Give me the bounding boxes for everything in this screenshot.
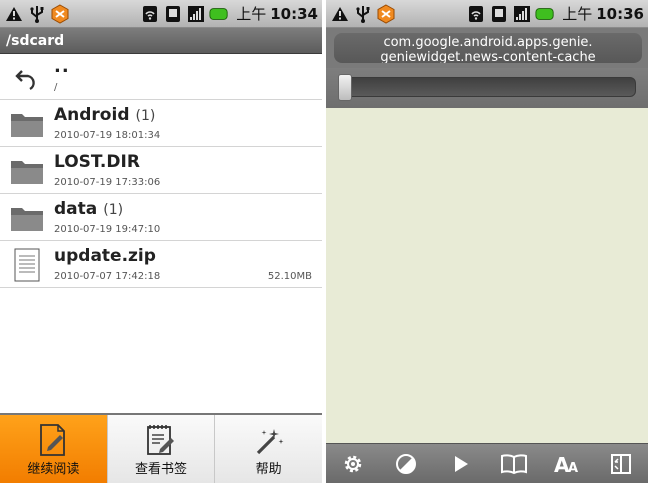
list-item-folder[interactable]: Android (1) 2010-07-19 18:01:34 (0, 100, 322, 147)
up-arrow-icon (10, 61, 44, 95)
status-bar: 上午 10:36 (326, 0, 648, 28)
list-item-parent[interactable]: .. / (0, 54, 322, 100)
file-name: data (1) (54, 199, 124, 219)
contrast-icon[interactable] (388, 448, 424, 480)
list-item-folder[interactable]: LOST.DIR 2010-07-19 17:33:06 (0, 147, 322, 194)
document-title: com.google.android.apps.genie. geniewidg… (334, 33, 642, 63)
options-menu: 继续阅读 查看书签 帮助 (0, 413, 322, 483)
warning-icon (330, 4, 350, 24)
file-size: 52.10MB (267, 271, 312, 282)
play-icon[interactable] (442, 448, 478, 480)
clock: 上午 10:34 (236, 5, 318, 23)
magic-wand-icon (252, 423, 286, 457)
item-count: (1) (103, 202, 124, 218)
progress-track[interactable] (338, 77, 636, 97)
file-date: 2010-07-19 18:01:34 (54, 130, 161, 141)
status-bar: 上午 10:34 (0, 0, 322, 28)
list-item-folder[interactable]: data (1) 2010-07-19 19:47:10 (0, 194, 322, 241)
usb-icon (27, 4, 47, 24)
sd-card-icon (163, 4, 183, 24)
help-button[interactable]: 帮助 (215, 415, 322, 483)
battery-icon (209, 4, 229, 24)
folder-icon (10, 201, 44, 235)
continue-reading-button[interactable]: 继续阅读 (0, 415, 108, 483)
bookmarks-icon (144, 423, 178, 457)
reading-progress-bar (326, 68, 648, 108)
file-name: .. (54, 56, 70, 77)
signal-icon (186, 4, 206, 24)
item-count: (1) (135, 108, 156, 124)
continue-reading-icon (36, 423, 70, 457)
book-icon[interactable] (496, 448, 532, 480)
signal-icon (512, 4, 532, 24)
file-date: / (54, 82, 58, 93)
list-item-file[interactable]: update.zip 2010-07-07 17:42:18 52.10MB (0, 241, 322, 288)
view-bookmarks-button[interactable]: 查看书签 (107, 415, 216, 483)
file-icon (10, 248, 44, 282)
clock: 上午 10:36 (562, 5, 644, 23)
wifi-icon (140, 4, 160, 24)
reader-screen: 上午 10:36 com.google.android.apps.genie. g… (326, 0, 648, 483)
document-title-bar: com.google.android.apps.genie. geniewidg… (326, 28, 648, 68)
svg-text:A: A (568, 461, 578, 476)
file-name: Android (1) (54, 105, 156, 125)
path-title: /sdcard (0, 28, 322, 54)
folder-icon (10, 107, 44, 141)
folder-icon (10, 154, 44, 188)
warning-icon (4, 4, 24, 24)
usb-icon (353, 4, 373, 24)
progress-slider-thumb[interactable] (338, 74, 352, 101)
notification-app-icon (376, 3, 396, 24)
reader-toolbar: AA (326, 443, 648, 483)
file-name: LOST.DIR (54, 152, 140, 172)
layout-icon[interactable] (603, 448, 639, 480)
notification-app-icon (50, 3, 70, 24)
file-date: 2010-07-19 17:33:06 (54, 177, 161, 188)
reading-area[interactable] (326, 108, 648, 443)
file-date: 2010-07-07 17:42:18 (54, 271, 161, 282)
file-list: .. / Android (1) 2010-07-19 18:01:34 LOST… (0, 54, 322, 288)
file-date: 2010-07-19 19:47:10 (54, 224, 161, 235)
settings-gear-icon[interactable] (335, 448, 371, 480)
battery-icon (535, 4, 555, 24)
font-size-icon[interactable]: AA (549, 448, 585, 480)
file-name: update.zip (54, 246, 156, 266)
sd-card-icon (489, 4, 509, 24)
wifi-icon (466, 4, 486, 24)
file-browser-screen: 上午 10:34 /sdcard .. / Android (1) 2010-07-… (0, 0, 322, 483)
